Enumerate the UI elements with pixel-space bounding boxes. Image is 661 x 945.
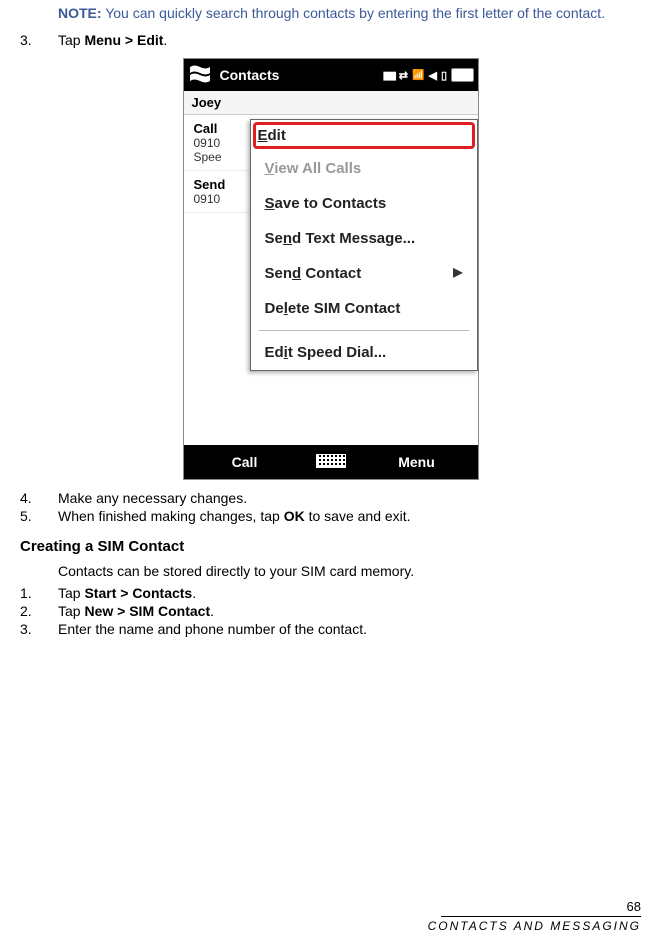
sim-step-1: 1. Tap Start > Contacts. xyxy=(20,585,641,601)
sim-step-2: 2. Tap New > SIM Contact. xyxy=(20,603,641,619)
device-screenshot: Contacts OK Joey Call 0910 Spee Send 091… xyxy=(20,58,641,480)
softkey-bar: Call Menu xyxy=(184,445,478,479)
menu-item-view-all-calls: View All Calls xyxy=(251,151,477,186)
step-text: Enter the name and phone number of the c… xyxy=(58,621,641,637)
menu-item-send-text[interactable]: Send Text Message... xyxy=(251,221,477,256)
step-number: 5. xyxy=(20,508,58,524)
ok-button[interactable]: OK xyxy=(451,68,474,82)
step-3: 3. Tap Menu > Edit. xyxy=(20,32,641,48)
contact-body: Call 0910 Spee Send 0910 Edit View All C… xyxy=(184,115,478,445)
step-text: Tap Start > Contacts. xyxy=(58,585,641,601)
step-number: 2. xyxy=(20,603,58,619)
step-text: When finished making changes, tap OK to … xyxy=(58,508,641,524)
section-intro: Contacts can be stored directly to your … xyxy=(58,563,641,579)
step-4: 4. Make any necessary changes. xyxy=(20,490,641,506)
softkey-menu[interactable]: Menu xyxy=(356,454,478,470)
step-text: Tap New > SIM Contact. xyxy=(58,603,641,619)
softkey-call[interactable]: Call xyxy=(184,454,306,470)
network-icon xyxy=(399,69,408,82)
note-label: NOTE: xyxy=(58,5,102,21)
menu-item-edit-highlight: Edit xyxy=(253,122,475,149)
sim-step-3: 3. Enter the name and phone number of th… xyxy=(20,621,641,637)
note-text: You can quickly search through contacts … xyxy=(105,5,605,21)
section-heading: Creating a SIM Contact xyxy=(20,538,641,555)
menu-item-delete-sim[interactable]: Delete SIM Contact xyxy=(251,291,477,326)
keyboard-icon xyxy=(316,454,346,468)
device-frame: Contacts OK Joey Call 0910 Spee Send 091… xyxy=(183,58,479,480)
step-text: Tap Menu > Edit. xyxy=(58,32,641,48)
battery-icon xyxy=(441,69,447,82)
keyboard-toggle[interactable] xyxy=(306,454,356,471)
menu-item-save-to-contacts[interactable]: Save to Contacts xyxy=(251,186,477,221)
context-menu: Edit View All Calls Save to Contacts Sen… xyxy=(250,119,478,371)
menu-item-edit-speed-dial[interactable]: Edit Speed Dial... xyxy=(251,335,477,370)
menu-item-edit[interactable]: Edit xyxy=(258,127,470,144)
menu-item-send-contact[interactable]: Send Contact ▶ xyxy=(251,256,477,291)
step-number: 4. xyxy=(20,490,58,506)
cell-icon xyxy=(412,69,424,81)
footer-chapter-title: Contacts and Messaging xyxy=(428,919,641,933)
signal-icon xyxy=(383,69,395,82)
page-number: 68 xyxy=(428,899,641,914)
title-bar: Contacts OK xyxy=(184,59,478,91)
step-text: Make any necessary changes. xyxy=(58,490,641,506)
app-title: Contacts xyxy=(220,67,383,83)
step-number: 3. xyxy=(20,621,58,637)
step-number: 3. xyxy=(20,32,58,48)
step-5: 5. When finished making changes, tap OK … xyxy=(20,508,641,524)
menu-separator xyxy=(259,330,469,331)
note-block: NOTE: You can quickly search through con… xyxy=(58,4,611,22)
footer-rule xyxy=(441,916,641,917)
status-tray: OK xyxy=(383,68,474,82)
volume-icon xyxy=(428,69,436,82)
page-footer: 68 Contacts and Messaging xyxy=(428,899,641,933)
contact-name-header: Joey xyxy=(184,91,478,115)
chevron-right-icon: ▶ xyxy=(453,265,462,279)
windows-start-icon[interactable] xyxy=(188,64,212,86)
step-number: 1. xyxy=(20,585,58,601)
